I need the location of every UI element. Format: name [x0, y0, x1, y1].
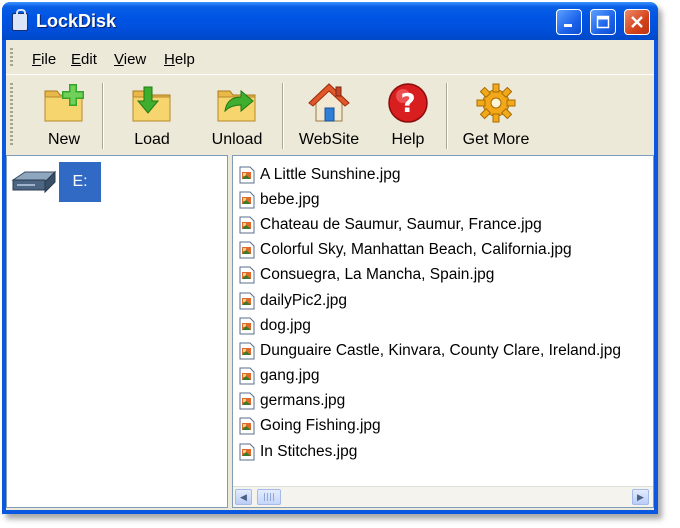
drive-icon [11, 170, 57, 196]
file-name: bebe.jpg [260, 190, 320, 208]
menu-help-mnemonic: H [164, 51, 175, 68]
file-name: Consuegra, La Mancha, Spain.jpg [260, 266, 495, 284]
svg-text:?: ? [400, 89, 415, 119]
gear-icon [474, 81, 518, 125]
file-list-item[interactable]: dailyPic2.jpg [239, 288, 621, 313]
image-file-icon [239, 367, 255, 385]
unload-folder-icon [215, 81, 259, 125]
load-folder-icon [130, 81, 174, 125]
get-more-button[interactable]: Get More [458, 77, 534, 153]
image-file-icon [239, 417, 255, 435]
image-file-icon [239, 216, 255, 234]
image-file-icon [239, 241, 255, 259]
file-list-item[interactable]: germans.jpg [239, 389, 621, 414]
image-file-icon [239, 392, 255, 410]
image-file-icon [239, 166, 255, 184]
help-button-label: Help [391, 131, 425, 148]
file-name: A Little Sunshine.jpg [260, 165, 401, 183]
file-list-item[interactable]: Colorful Sky, Manhattan Beach, Californi… [239, 238, 621, 263]
help-button[interactable]: ? Help [380, 77, 436, 153]
close-button[interactable] [624, 9, 650, 35]
toolbar-separator [446, 83, 448, 149]
unload-button[interactable]: Unload [204, 77, 270, 153]
file-name: gang.jpg [260, 367, 320, 385]
file-name: Colorful Sky, Manhattan Beach, Californi… [260, 241, 572, 259]
menubar-grip[interactable] [10, 48, 13, 68]
new-button-label: New [47, 131, 80, 148]
file-name: Going Fishing.jpg [260, 417, 381, 435]
file-list-item[interactable]: gang.jpg [239, 364, 621, 389]
load-button[interactable]: Load [124, 77, 180, 153]
file-list-item[interactable]: Chateau de Saumur, Saumur, France.jpg [239, 212, 621, 237]
close-icon [631, 16, 643, 28]
image-file-icon [239, 317, 255, 335]
minimize-button[interactable] [556, 9, 582, 35]
website-button[interactable]: WebSite [294, 77, 364, 153]
file-list-item[interactable]: Consuegra, La Mancha, Spain.jpg [239, 263, 621, 288]
menu-view-label: iew [123, 51, 147, 68]
scroll-right-button[interactable]: ▶ [632, 489, 649, 505]
home-icon [307, 81, 351, 125]
help-icon: ? [386, 81, 430, 125]
file-list-item[interactable]: In Stitches.jpg [239, 439, 621, 464]
horizontal-scrollbar[interactable]: ◀ ▶ [233, 486, 653, 507]
load-button-label: Load [134, 131, 170, 148]
menu-view-mnemonic: V [114, 51, 124, 68]
arrow-left-icon: ◀ [240, 491, 247, 502]
website-button-label: WebSite [298, 131, 360, 148]
menu-file[interactable]: File [32, 51, 56, 68]
file-name: dailyPic2.jpg [260, 291, 348, 309]
minimize-icon [564, 24, 572, 27]
menu-help-label: elp [174, 51, 195, 68]
menu-file-mnemonic: F [32, 51, 42, 68]
file-list-item[interactable]: dog.jpg [239, 313, 621, 338]
file-list-item[interactable]: bebe.jpg [239, 187, 621, 212]
toolbar-separator [102, 83, 104, 149]
image-file-icon [239, 292, 255, 310]
get-more-button-label: Get More [462, 131, 530, 148]
menu-file-label: ile [41, 51, 57, 68]
maximize-icon [596, 15, 610, 29]
arrow-right-icon: ▶ [637, 491, 644, 502]
file-name: dog.jpg [260, 316, 311, 334]
toolbar-grip[interactable] [10, 83, 13, 147]
image-file-icon [239, 266, 255, 284]
file-list-panel: A Little Sunshine.jpg bebe.jpg Chateau de … [232, 155, 654, 508]
maximize-button[interactable] [590, 9, 616, 35]
lock-icon [12, 9, 28, 31]
file-name: germans.jpg [260, 392, 346, 410]
image-file-icon [239, 191, 255, 209]
new-button[interactable]: New [36, 77, 92, 153]
file-name: Chateau de Saumur, Saumur, France.jpg [260, 215, 542, 233]
menu-bar: File Edit View Help [6, 46, 654, 70]
app-window: LockDisk File Edit View Help New Load Un… [2, 2, 658, 514]
menu-view[interactable]: View [114, 51, 146, 68]
image-file-icon [239, 342, 255, 360]
menu-edit[interactable]: Edit [71, 51, 97, 68]
window-title: LockDisk [36, 11, 117, 31]
new-folder-icon [42, 81, 86, 125]
image-file-icon [239, 443, 255, 461]
client-area: File Edit View Help New Load Unload WebS… [6, 40, 654, 510]
file-list-item[interactable]: Going Fishing.jpg [239, 414, 621, 439]
unload-button-label: Unload [211, 131, 263, 148]
toolbar-separator [282, 83, 284, 149]
toolbar: New Load Unload WebSite ? Help Get More [6, 74, 654, 155]
file-list-item[interactable]: Dunguaire Castle, Kinvara, County Clare,… [239, 338, 621, 363]
menu-edit-label: dit [81, 51, 97, 68]
file-list-item[interactable]: A Little Sunshine.jpg [239, 162, 621, 187]
menu-edit-mnemonic: E [71, 51, 82, 68]
title-bar[interactable]: LockDisk [2, 2, 658, 40]
file-name: Dunguaire Castle, Kinvara, County Clare,… [260, 341, 621, 359]
drive-item-e[interactable]: E: [59, 162, 101, 202]
scroll-left-button[interactable]: ◀ [235, 489, 252, 505]
content-panels: E: A Little Sunshine.jpg bebe.jpg Chateau … [6, 154, 654, 510]
file-list: A Little Sunshine.jpg bebe.jpg Chateau de … [239, 162, 621, 464]
file-name: In Stitches.jpg [260, 442, 358, 460]
scroll-thumb[interactable] [257, 489, 281, 505]
drive-tree[interactable]: E: [6, 155, 228, 508]
menu-help[interactable]: Help [164, 51, 195, 68]
